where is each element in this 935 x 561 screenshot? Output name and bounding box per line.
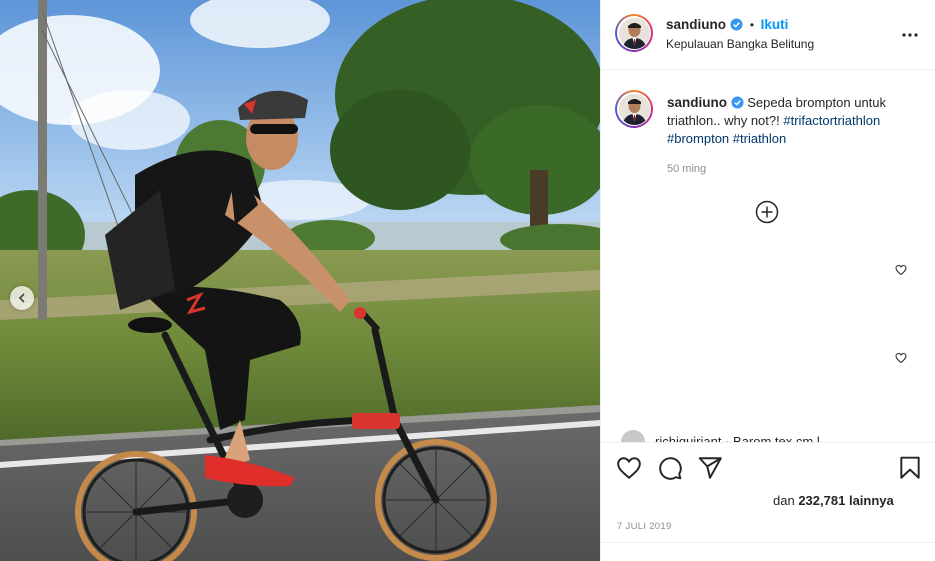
hashtag-link[interactable]: #triathlon (733, 131, 786, 146)
caption-author-avatar[interactable] (615, 90, 653, 128)
avatar-portrait-image (618, 17, 650, 49)
author-username[interactable]: sandiuno (666, 17, 726, 32)
comments-section[interactable]: sandiuno Sepeda brompton untuk triathlon… (601, 70, 935, 442)
comment-icon[interactable] (657, 455, 683, 481)
likes-summary[interactable]: dan 232,781 lainnya (773, 493, 894, 508)
verified-badge-icon (730, 18, 743, 31)
photo-cyclist-brompton (0, 0, 600, 561)
comment-like-heart-icon[interactable] (895, 264, 907, 276)
likes-suffix: lainnya (848, 493, 894, 508)
follow-button[interactable]: Ikuti (761, 17, 789, 32)
verified-badge-icon (731, 96, 744, 109)
hashtag-link[interactable]: #trifactortriathlon (783, 113, 880, 128)
author-avatar[interactable] (615, 14, 653, 52)
load-more-comments-button[interactable] (755, 200, 779, 224)
likes-prefix: dan (773, 493, 795, 508)
post-date[interactable]: 7 JULI 2019 (617, 521, 672, 532)
peek-comment-row: richiquiriant · Barom tex cm l (621, 430, 820, 442)
hashtag-link[interactable]: #brompton (667, 131, 729, 146)
caption-time-ago[interactable]: 50 ming (667, 163, 706, 175)
carousel-prev-button[interactable] (10, 286, 34, 310)
heart-icon[interactable] (616, 455, 642, 481)
avatar-portrait-image (618, 93, 650, 125)
comment-like-heart-icon[interactable] (895, 352, 907, 364)
more-options-icon (902, 33, 918, 37)
more-options-button[interactable] (902, 28, 918, 38)
post-photo[interactable] (0, 0, 600, 561)
post-actions: dan 232,781 lainnya 7 JULI 2019 (601, 442, 935, 542)
header-separator: • (749, 18, 755, 32)
bookmark-icon[interactable] (897, 455, 923, 481)
likes-count: 232,781 (798, 493, 846, 508)
peek-comment-text: richiquiriant · Barom tex cm l (655, 434, 820, 442)
share-icon[interactable] (697, 455, 723, 481)
post-header: sandiuno • Ikuti Kepulauan Bangka Belitu… (601, 0, 935, 70)
post-caption: sandiuno Sepeda brompton untuk triathlon… (667, 94, 917, 148)
chevron-left-icon (18, 293, 25, 303)
post-location[interactable]: Kepulauan Bangka Belitung (666, 37, 814, 51)
commenter-avatar[interactable] (621, 430, 645, 442)
plus-circle-icon (755, 200, 779, 224)
add-comment-bar (601, 542, 935, 561)
post-details-panel: sandiuno • Ikuti Kepulauan Bangka Belitu… (600, 0, 935, 561)
caption-username[interactable]: sandiuno (667, 95, 727, 110)
